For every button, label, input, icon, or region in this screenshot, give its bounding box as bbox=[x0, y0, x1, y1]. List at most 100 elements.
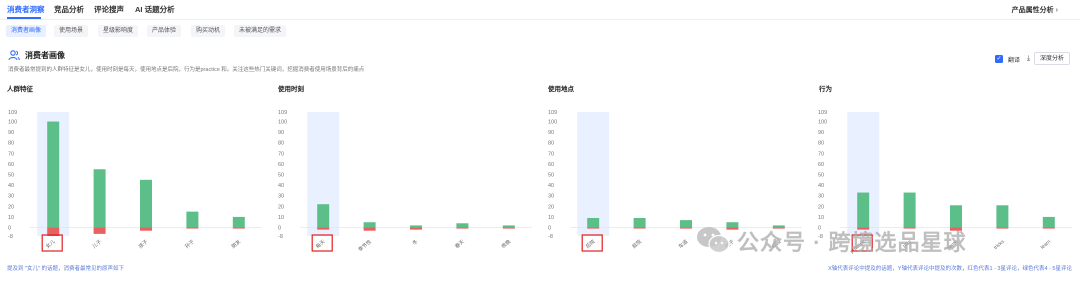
y-tick-label: 80 bbox=[818, 141, 824, 147]
users-icon bbox=[8, 50, 20, 61]
bar-positive[interactable] bbox=[317, 204, 330, 228]
y-tick-label: 60 bbox=[8, 162, 14, 168]
bar-positive[interactable] bbox=[410, 225, 422, 228]
y-tick-label: 50 bbox=[548, 173, 554, 179]
bar-negative[interactable] bbox=[186, 227, 199, 229]
subtab-usage-scenario[interactable]: 使用场景 bbox=[54, 25, 89, 37]
x-category-label[interactable]: 每天 bbox=[314, 238, 326, 250]
y-tick-label: 20 bbox=[818, 204, 824, 210]
deep-analysis-button[interactable]: 深度分析 bbox=[1033, 52, 1070, 65]
watermark: 公众号 · 跨境选品星球 bbox=[695, 222, 1055, 258]
bar-negative[interactable] bbox=[363, 227, 376, 231]
y-tick-label: 109 bbox=[818, 110, 827, 116]
y-tick-label: 109 bbox=[278, 110, 287, 116]
subtab-product-experience[interactable]: 产品体验 bbox=[147, 25, 182, 37]
y-tick-label: 90 bbox=[818, 130, 824, 136]
top-nav: 消费者洞察 竞品分析 评论搜声 AI 话题分析 产品属性分析 › bbox=[0, 0, 1080, 20]
y-tick-label: 100 bbox=[548, 120, 557, 126]
bar-positive[interactable] bbox=[680, 220, 692, 228]
x-category-label[interactable]: 庭院 bbox=[631, 238, 643, 250]
bar-positive[interactable] bbox=[93, 169, 106, 228]
active-tab-indicator bbox=[7, 17, 41, 19]
bar-negative[interactable] bbox=[317, 227, 330, 230]
x-category-label[interactable]: 儿子 bbox=[91, 238, 103, 250]
chart-title-2: 使用地点 bbox=[548, 86, 574, 93]
section-description: 消费者最常提到的人群特征是女儿，使用时刻是每天，使用地点是后院，行为是pract… bbox=[8, 67, 365, 73]
y-tick-label: 10 bbox=[818, 215, 824, 221]
y-tick-label: 20 bbox=[278, 204, 284, 210]
y-tick-label: 80 bbox=[278, 141, 284, 147]
bar-negative[interactable] bbox=[410, 227, 422, 230]
bar-negative[interactable] bbox=[587, 227, 600, 229]
x-category-label[interactable]: 孩子 bbox=[137, 238, 149, 250]
bar-negative[interactable] bbox=[680, 227, 692, 229]
bar-positive[interactable] bbox=[140, 179, 152, 228]
download-icon[interactable]: ⤓ bbox=[1023, 53, 1034, 64]
bar-positive[interactable] bbox=[456, 223, 469, 228]
tab-ai-topic[interactable]: AI 话题分析 bbox=[135, 4, 175, 15]
y-tick-label: 50 bbox=[278, 173, 284, 179]
y-tick-label: 70 bbox=[818, 151, 824, 157]
bar-negative[interactable] bbox=[456, 227, 469, 229]
chart-audience: -8 0 10 20 30 40 50 60 70 80 90 100 109 女儿 儿子 孩子 孙子 朋友 bbox=[8, 110, 262, 252]
y-tick-label: -8 bbox=[278, 234, 283, 240]
y-tick-label: 100 bbox=[8, 120, 17, 126]
subtab-star-impact[interactable]: 星级影响度 bbox=[98, 25, 139, 37]
selected-category-highlight bbox=[577, 112, 610, 236]
y-tick-label: -8 bbox=[8, 234, 13, 240]
footer-note-right: X轴代表评论中提及的话题，Y轴代表评论中提及的次数，红色代表1 - 3星评论，绿… bbox=[828, 266, 1072, 272]
bar-positive[interactable] bbox=[633, 217, 646, 228]
translate-checkbox[interactable]: ✓ bbox=[995, 55, 1003, 63]
footer-note-left: 提及到 "女儿" 的话题，消费者最常见的原声如下 bbox=[7, 266, 124, 272]
tab-consumer-insight[interactable]: 消费者洞察 bbox=[7, 4, 45, 15]
bar-positive[interactable] bbox=[502, 225, 515, 228]
y-tick-label: 70 bbox=[8, 151, 14, 157]
bar-positive[interactable] bbox=[47, 121, 60, 228]
subtab-consumer-profile[interactable]: 消费者画像 bbox=[6, 25, 47, 37]
x-category-label[interactable]: 冬 bbox=[411, 238, 419, 247]
x-category-label[interactable]: 朋友 bbox=[230, 238, 242, 250]
y-tick-label: 10 bbox=[8, 215, 14, 221]
bar-positive[interactable] bbox=[363, 222, 376, 228]
y-tick-label: 30 bbox=[548, 194, 554, 200]
y-tick-label: 0 bbox=[8, 226, 11, 232]
bar-negative[interactable] bbox=[93, 227, 106, 234]
bar-positive[interactable] bbox=[232, 216, 245, 228]
y-tick-label: 40 bbox=[818, 183, 824, 189]
bar-negative[interactable] bbox=[140, 227, 152, 231]
bar-negative[interactable] bbox=[232, 227, 245, 229]
x-category-label[interactable]: 后院 bbox=[584, 238, 596, 250]
y-tick-label: 30 bbox=[8, 194, 14, 200]
subtab-unmet-needs[interactable]: 未被满足的需求 bbox=[234, 25, 287, 37]
y-tick-label: 10 bbox=[548, 215, 554, 221]
subtab-purchase-motive[interactable]: 购买动机 bbox=[191, 25, 226, 37]
bar-positive[interactable] bbox=[587, 217, 600, 228]
x-category-label[interactable]: 女儿 bbox=[44, 238, 56, 250]
y-tick-label: 70 bbox=[278, 151, 284, 157]
y-tick-label: 20 bbox=[8, 204, 14, 210]
y-tick-label: 109 bbox=[8, 110, 17, 116]
x-category-label[interactable]: 车道 bbox=[677, 238, 689, 250]
chevron-right-icon: › bbox=[1055, 7, 1058, 14]
bar-negative[interactable] bbox=[633, 227, 646, 229]
tab-competitor-analysis[interactable]: 竞品分析 bbox=[54, 4, 84, 15]
chart-usage-time: -8 0 10 20 30 40 50 60 70 80 90 100 109 每天 季节性 冬 春天 夜晚 bbox=[278, 110, 532, 253]
y-tick-label: 90 bbox=[8, 130, 14, 136]
x-category-label[interactable]: 季节性 bbox=[357, 238, 373, 253]
translate-label: 翻译 bbox=[1007, 58, 1020, 64]
section-actions: ✓ 翻译 ⤓ 深度分析 bbox=[950, 52, 1070, 65]
chart-title-0: 人群特征 bbox=[7, 86, 33, 93]
bar-negative[interactable] bbox=[502, 227, 515, 229]
product-attribute-analysis-link[interactable]: 产品属性分析 › bbox=[1012, 5, 1058, 15]
product-attribute-label: 产品属性分析 bbox=[1011, 7, 1054, 14]
x-category-label[interactable]: 孙子 bbox=[184, 238, 196, 250]
bar-positive[interactable] bbox=[186, 211, 199, 228]
y-tick-label: 60 bbox=[548, 162, 554, 168]
x-category-label[interactable]: 夜晚 bbox=[500, 238, 512, 250]
y-tick-label: 60 bbox=[278, 162, 284, 168]
y-tick-label: 90 bbox=[278, 130, 284, 136]
chart-title-3: 行为 bbox=[819, 86, 832, 93]
tab-review-voice[interactable]: 评论搜声 bbox=[94, 4, 124, 15]
x-category-label[interactable]: 春天 bbox=[454, 238, 466, 250]
y-tick-label: 40 bbox=[8, 183, 14, 189]
